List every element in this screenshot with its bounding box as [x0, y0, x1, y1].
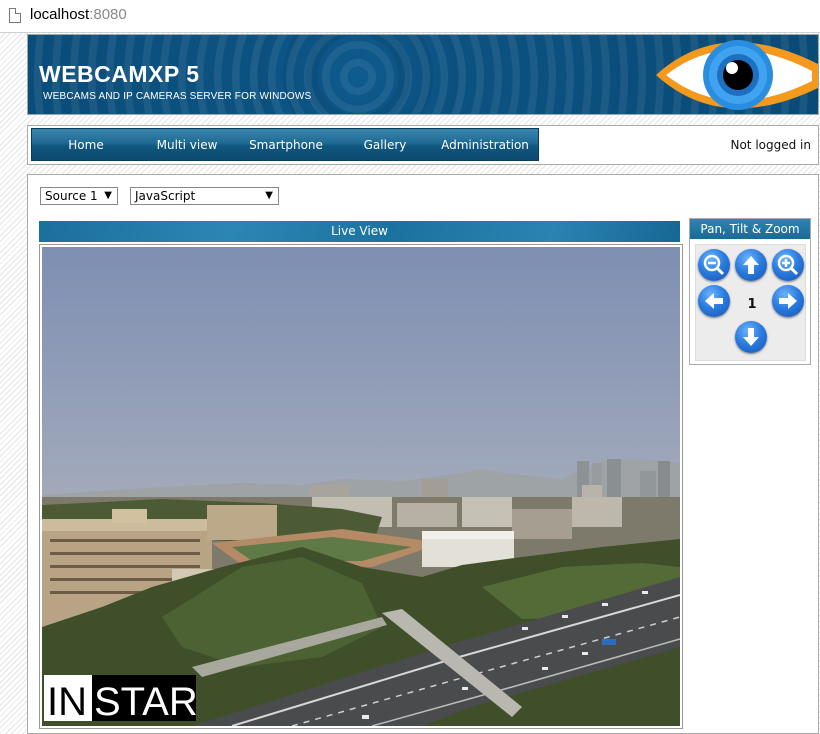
- down-arrow-icon: [743, 328, 759, 346]
- camera-feed[interactable]: IN STAR: [42, 247, 680, 726]
- nav-home[interactable]: Home: [32, 129, 140, 160]
- zoom-out-button[interactable]: [698, 249, 730, 281]
- viewer-select-value: JavaScript: [135, 189, 196, 203]
- brand-tagline: WEBCAMS AND IP CAMERAS SERVER FOR WINDOW…: [43, 91, 312, 102]
- nav-bar: Home Multi view Smartphone Gallery Admin…: [27, 125, 819, 165]
- zoom-out-icon: [703, 254, 725, 276]
- page-icon: [9, 8, 21, 23]
- viewer-select[interactable]: JavaScript ▼: [130, 187, 279, 205]
- url-host: localhost: [30, 6, 90, 23]
- nav-smartphone[interactable]: Smartphone: [234, 129, 338, 160]
- main-panel: Source 1 ▼ JavaScript ▼ Live View IN STA…: [27, 174, 819, 734]
- nav-gallery[interactable]: Gallery: [338, 129, 432, 160]
- up-arrow-icon: [743, 256, 759, 274]
- dropdown-arrow-icon: ▼: [265, 190, 273, 201]
- url-port: :8080: [89, 6, 127, 23]
- tilt-up-button[interactable]: [735, 249, 767, 281]
- pan-left-button[interactable]: [698, 285, 730, 317]
- eye-icon: [656, 40, 818, 110]
- nav-multi-view[interactable]: Multi view: [140, 129, 234, 160]
- source-select[interactable]: Source 1 ▼: [40, 187, 118, 205]
- ptz-preset-number: 1: [747, 297, 757, 312]
- brand-title: WEBCAMXP 5: [39, 61, 200, 87]
- ptz-header: Pan, Tilt & Zoom: [690, 219, 810, 239]
- live-view-frame: IN STAR: [39, 244, 683, 729]
- url-text[interactable]: localhost:8080: [30, 6, 127, 23]
- main-menu: Home Multi view Smartphone Gallery Admin…: [31, 128, 539, 161]
- ptz-panel: Pan, Tilt & Zoom 1: [689, 218, 811, 365]
- pan-right-button[interactable]: [772, 285, 804, 317]
- dropdown-arrow-icon: ▼: [104, 190, 112, 201]
- nav-administration[interactable]: Administration: [432, 129, 538, 160]
- watermark-in: IN: [47, 680, 87, 724]
- live-view-header: Live View: [39, 221, 680, 242]
- zoom-in-icon: [777, 254, 799, 276]
- tilt-down-button[interactable]: [735, 321, 767, 353]
- left-arrow-icon: [705, 293, 723, 309]
- ptz-pad: 1: [695, 244, 806, 361]
- camera-image: IN STAR: [42, 247, 680, 726]
- address-bar[interactable]: localhost:8080: [0, 0, 820, 33]
- login-status: Not logged in: [730, 138, 811, 152]
- zoom-in-button[interactable]: [772, 249, 804, 281]
- source-select-value: Source 1: [45, 189, 98, 203]
- site-banner: WEBCAMXP 5 WEBCAMS AND IP CAMERAS SERVER…: [27, 34, 819, 115]
- watermark-star: STAR: [94, 680, 198, 724]
- right-arrow-icon: [779, 293, 797, 309]
